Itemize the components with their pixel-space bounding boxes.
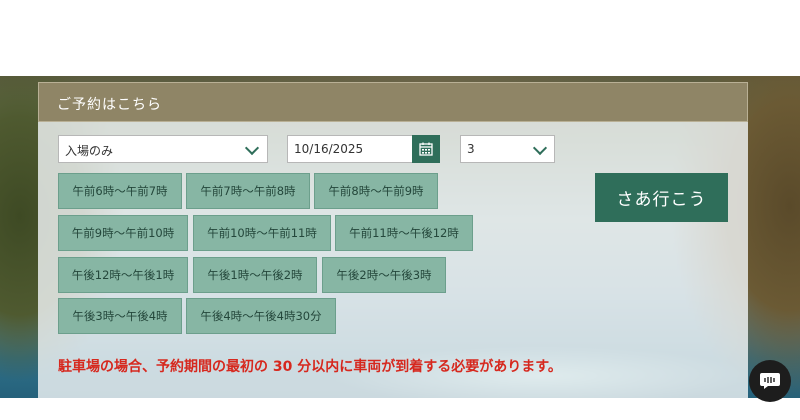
time-slot-button[interactable]: 午後12時〜午後1時 [58, 257, 188, 293]
time-slot-button[interactable]: 午前6時〜午前7時 [58, 173, 182, 209]
date-value: 10/16/2025 [294, 142, 364, 156]
time-slot-button[interactable]: 午前10時〜午前11時 [193, 215, 331, 251]
time-slot-button[interactable]: 午前9時〜午前10時 [58, 215, 188, 251]
chevron-down-icon [532, 140, 548, 156]
booking-panel-title: ご予約はこちら [57, 97, 162, 113]
calendar-icon [419, 142, 433, 156]
time-slot-button[interactable]: 午前8時〜午前9時 [314, 173, 438, 209]
quantity-select[interactable]: 3 [460, 135, 555, 163]
lets-go-button[interactable]: さあ行こう [595, 173, 728, 222]
calendar-button[interactable] [412, 135, 440, 163]
date-field[interactable]: 10/16/2025 [287, 135, 440, 163]
ticket-type-value: 入場のみ [65, 144, 114, 158]
page-bottom-strip [0, 398, 800, 420]
time-slot-button[interactable]: 午後2時〜午後3時 [322, 257, 446, 293]
chat-icon [760, 373, 780, 389]
quantity-value: 3 [467, 142, 475, 156]
parking-notice: 駐車場の場合、予約期間の最初の 30 分以内に車両が到着する必要があります。 [58, 359, 562, 375]
booking-panel-header: ご予約はこちら [38, 82, 748, 122]
ticket-type-select[interactable]: 入場のみ [58, 135, 268, 163]
time-slot-button[interactable]: 午後4時〜午後4時30分 [186, 298, 336, 334]
chat-button[interactable] [749, 360, 791, 402]
time-slot-button[interactable]: 午前11時〜午後12時 [335, 215, 473, 251]
time-slot-button[interactable]: 午前7時〜午前8時 [186, 173, 310, 209]
time-slot-button[interactable]: 午後3時〜午後4時 [58, 298, 182, 334]
chevron-down-icon [244, 140, 260, 156]
time-slot-button[interactable]: 午後1時〜午後2時 [193, 257, 317, 293]
